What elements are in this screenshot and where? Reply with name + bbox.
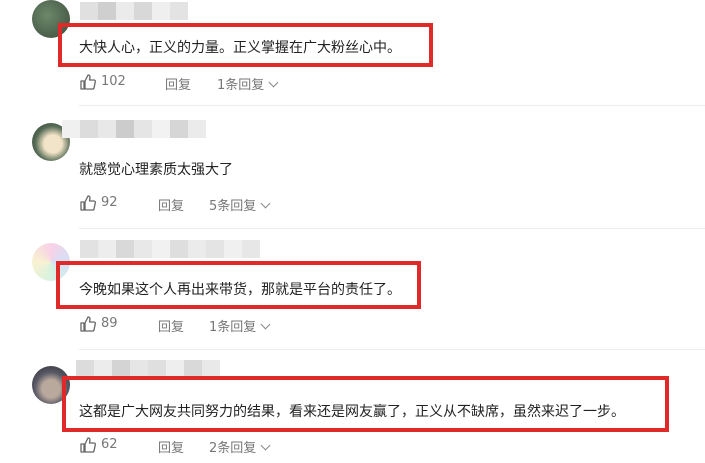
comment-text: 就感觉心理素质太强大了 xyxy=(79,162,233,178)
thumbs-up-icon[interactable] xyxy=(79,436,97,454)
chevron-down-icon xyxy=(268,77,279,88)
comment-item: 今晚如果这个人再出来带货，那就是平台的责任了。 89 回复 1条回复 xyxy=(0,238,705,350)
thumbs-up-icon[interactable] xyxy=(79,315,97,333)
comment-item: 这都是广大网友共同努力的结果，看来还是网友赢了，正义从不缺席，虽然来迟了一步。 … xyxy=(0,358,705,463)
view-replies-button[interactable]: 1条回复 xyxy=(217,74,279,93)
reply-button[interactable]: 回复 xyxy=(165,74,191,93)
reply-button[interactable]: 回复 xyxy=(158,437,184,456)
highlight-box xyxy=(62,376,669,432)
view-replies-button[interactable]: 1条回复 xyxy=(209,316,271,335)
highlight-box xyxy=(58,23,433,67)
thumbs-up-icon[interactable] xyxy=(79,73,97,91)
divider xyxy=(79,349,705,350)
divider xyxy=(79,105,705,106)
chevron-down-icon xyxy=(260,198,271,209)
username-mosaic xyxy=(80,2,188,20)
replies-count-label: 2条回复 xyxy=(209,441,257,456)
like-count: 102 xyxy=(101,74,126,89)
reply-button[interactable]: 回复 xyxy=(158,316,184,335)
view-replies-button[interactable]: 2条回复 xyxy=(209,437,271,456)
reply-button[interactable]: 回复 xyxy=(158,195,184,214)
chevron-down-icon xyxy=(260,319,271,330)
divider xyxy=(79,228,705,229)
comment-item: 大快人心，正义的力量。正义掌握在广大粉丝心中。 102 回复 1条回复 xyxy=(0,0,705,108)
replies-count-label: 5条回复 xyxy=(209,199,257,214)
username-mosaic xyxy=(62,120,206,138)
username-mosaic xyxy=(80,240,260,258)
replies-count-label: 1条回复 xyxy=(217,78,265,93)
comment-item: 就感觉心理素质太强大了 92 回复 5条回复 xyxy=(0,118,705,229)
thumbs-up-icon[interactable] xyxy=(79,194,97,212)
replies-count-label: 1条回复 xyxy=(209,320,257,335)
like-count: 62 xyxy=(101,437,118,452)
view-replies-button[interactable]: 5条回复 xyxy=(209,195,271,214)
highlight-box xyxy=(56,261,421,309)
like-count: 89 xyxy=(101,316,118,331)
like-count: 92 xyxy=(101,195,118,210)
chevron-down-icon xyxy=(260,440,271,451)
